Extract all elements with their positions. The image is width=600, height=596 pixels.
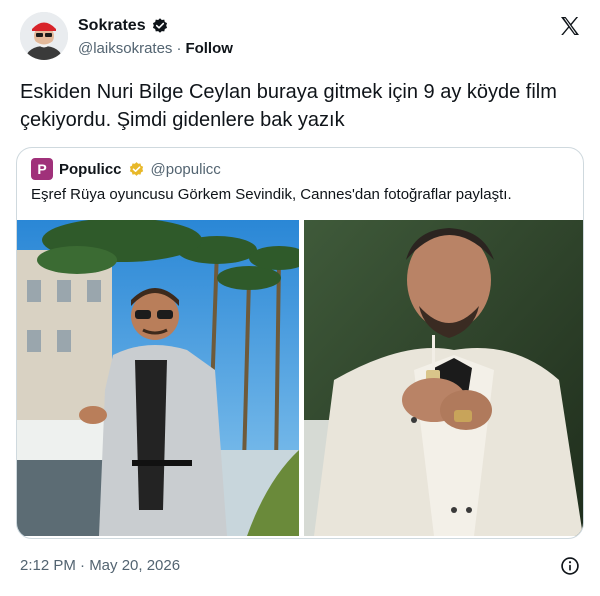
quoted-author-row: P Populicc @populicc [31,158,221,180]
author-handle[interactable]: @laiksokrates [78,40,172,57]
tweet-card: Sokrates @laiksokrates · Follow Eskiden … [0,0,600,596]
quoted-author-handle[interactable]: @populicc [151,161,221,178]
quoted-author-avatar[interactable]: P [31,158,53,180]
quoted-author-name[interactable]: Populicc [59,161,122,178]
info-icon[interactable] [560,556,580,576]
verified-badge-icon [151,17,169,35]
author-handle-row: @laiksokrates · Follow [78,40,233,57]
author-name-row: Sokrates [78,17,169,35]
verified-gold-badge-icon [128,161,145,178]
author-avatar[interactable] [20,12,68,60]
x-logo-icon[interactable] [558,14,582,38]
quoted-tweet-text: Eşref Rüya oyuncusu Görkem Sevindik, Can… [31,186,512,203]
quoted-tweet[interactable]: P Populicc @populicc Eşref Rüya oyuncusu… [16,147,584,539]
photo-man-lighting-cigarette[interactable] [304,220,583,536]
photo-man-palm-trees[interactable] [17,220,299,536]
author-name[interactable]: Sokrates [78,17,146,35]
handle-separator: · [176,40,182,57]
follow-button[interactable]: Follow [185,40,233,57]
tweet-text: Eskiden Nuri Bilge Ceylan buraya gitmek … [20,81,557,131]
tweet-timestamp[interactable]: 2:12 PM · May 20, 2026 [20,557,180,574]
